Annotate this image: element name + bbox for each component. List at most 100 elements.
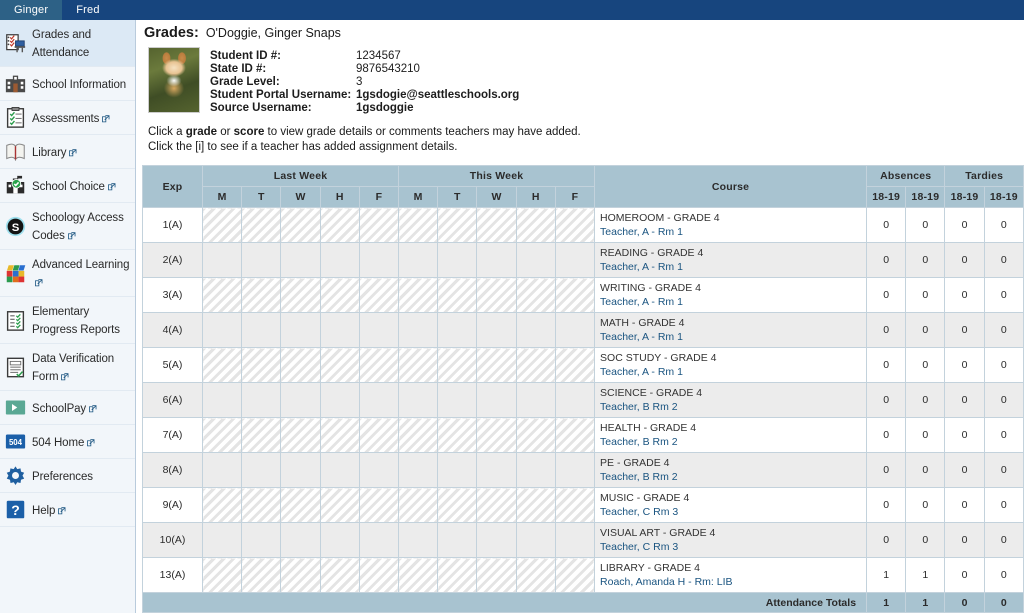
cell-attendance-day[interactable] [437, 277, 478, 313]
cell-attendance-day[interactable] [241, 417, 282, 453]
cell-attendance-day[interactable] [280, 452, 321, 488]
sidebar-item-preferences[interactable]: Preferences [0, 459, 135, 493]
cell-attendance-day[interactable] [201, 522, 243, 558]
teacher-link[interactable]: Teacher, B Rm 2 [600, 400, 861, 414]
cell-attendance-day[interactable] [437, 242, 478, 278]
cell-attendance-day[interactable] [201, 207, 243, 243]
cell-attendance-day[interactable] [280, 347, 321, 383]
sidebar-item-assessments[interactable]: Assessments [0, 101, 135, 135]
cell-attendance-day[interactable] [280, 277, 321, 313]
cell-attendance-day[interactable] [358, 207, 400, 243]
cell-attendance-day[interactable] [398, 487, 439, 523]
cell-attendance-day[interactable] [319, 487, 360, 523]
cell-attendance-day[interactable] [515, 557, 556, 593]
cell-attendance-day[interactable] [398, 417, 439, 453]
cell-attendance-day[interactable] [319, 277, 360, 313]
cell-attendance-day[interactable] [554, 487, 596, 523]
cell-attendance-day[interactable] [398, 207, 439, 243]
cell-attendance-day[interactable] [241, 277, 282, 313]
cell-attendance-day[interactable] [319, 557, 360, 593]
cell-attendance-day[interactable] [280, 557, 321, 593]
cell-attendance-day[interactable] [476, 557, 517, 593]
cell-attendance-day[interactable] [554, 382, 596, 418]
cell-attendance-day[interactable] [437, 382, 478, 418]
cell-attendance-day[interactable] [554, 242, 596, 278]
cell-attendance-day[interactable] [201, 382, 243, 418]
cell-attendance-day[interactable] [280, 487, 321, 523]
cell-attendance-day[interactable] [358, 487, 400, 523]
cell-attendance-day[interactable] [437, 207, 478, 243]
cell-attendance-day[interactable] [437, 452, 478, 488]
cell-attendance-day[interactable] [437, 522, 478, 558]
cell-attendance-day[interactable] [280, 417, 321, 453]
cell-attendance-day[interactable] [515, 452, 556, 488]
cell-attendance-day[interactable] [476, 242, 517, 278]
cell-attendance-day[interactable] [201, 417, 243, 453]
teacher-link[interactable]: Teacher, C Rm 3 [600, 505, 861, 519]
cell-attendance-day[interactable] [515, 522, 556, 558]
cell-attendance-day[interactable] [398, 382, 439, 418]
cell-attendance-day[interactable] [476, 312, 517, 348]
cell-attendance-day[interactable] [358, 277, 400, 313]
sidebar-item-elementary-progress-reports[interactable]: Elementary Progress Reports [0, 297, 135, 344]
cell-attendance-day[interactable] [398, 557, 439, 593]
cell-attendance-day[interactable] [358, 557, 400, 593]
cell-attendance-day[interactable] [319, 312, 360, 348]
cell-attendance-day[interactable] [241, 557, 282, 593]
cell-attendance-day[interactable] [437, 312, 478, 348]
cell-attendance-day[interactable] [319, 242, 360, 278]
cell-attendance-day[interactable] [201, 452, 243, 488]
cell-attendance-day[interactable] [201, 277, 243, 313]
sidebar-item-advanced-learning[interactable]: Advanced Learning [0, 250, 135, 297]
cell-attendance-day[interactable] [241, 312, 282, 348]
cell-attendance-day[interactable] [358, 452, 400, 488]
sidebar-item-504-home[interactable]: 504 504 Home [0, 425, 135, 459]
cell-attendance-day[interactable] [476, 417, 517, 453]
teacher-link[interactable]: Teacher, C Rm 3 [600, 540, 861, 554]
cell-attendance-day[interactable] [319, 347, 360, 383]
cell-attendance-day[interactable] [358, 242, 400, 278]
cell-attendance-day[interactable] [515, 277, 556, 313]
cell-attendance-day[interactable] [515, 487, 556, 523]
cell-attendance-day[interactable] [358, 312, 400, 348]
sidebar-item-grades-and-attendance[interactable]: Grades and Attendance [0, 20, 135, 67]
teacher-link[interactable]: Teacher, A - Rm 1 [600, 225, 861, 239]
cell-attendance-day[interactable] [476, 207, 517, 243]
cell-attendance-day[interactable] [554, 347, 596, 383]
cell-attendance-day[interactable] [398, 312, 439, 348]
teacher-link[interactable]: Teacher, A - Rm 1 [600, 260, 861, 274]
cell-attendance-day[interactable] [554, 557, 596, 593]
sidebar-item-school-information[interactable]: School Information [0, 67, 135, 101]
cell-attendance-day[interactable] [280, 207, 321, 243]
cell-attendance-day[interactable] [398, 347, 439, 383]
top-tab-ginger[interactable]: Ginger [0, 0, 63, 20]
cell-attendance-day[interactable] [280, 382, 321, 418]
cell-attendance-day[interactable] [437, 487, 478, 523]
cell-attendance-day[interactable] [554, 312, 596, 348]
cell-attendance-day[interactable] [515, 382, 556, 418]
cell-attendance-day[interactable] [476, 382, 517, 418]
cell-attendance-day[interactable] [201, 557, 243, 593]
cell-attendance-day[interactable] [280, 522, 321, 558]
teacher-link[interactable]: Teacher, A - Rm 1 [600, 365, 861, 379]
cell-attendance-day[interactable] [280, 242, 321, 278]
cell-attendance-day[interactable] [476, 347, 517, 383]
cell-attendance-day[interactable] [554, 207, 596, 243]
cell-attendance-day[interactable] [319, 207, 360, 243]
top-tab-fred[interactable]: Fred [62, 0, 113, 20]
cell-attendance-day[interactable] [515, 417, 556, 453]
cell-attendance-day[interactable] [554, 452, 596, 488]
cell-attendance-day[interactable] [515, 347, 556, 383]
cell-attendance-day[interactable] [476, 452, 517, 488]
cell-attendance-day[interactable] [398, 242, 439, 278]
cell-attendance-day[interactable] [241, 487, 282, 523]
cell-attendance-day[interactable] [437, 417, 478, 453]
cell-attendance-day[interactable] [476, 487, 517, 523]
cell-attendance-day[interactable] [319, 417, 360, 453]
cell-attendance-day[interactable] [398, 522, 439, 558]
cell-attendance-day[interactable] [515, 242, 556, 278]
cell-attendance-day[interactable] [201, 487, 243, 523]
cell-attendance-day[interactable] [241, 452, 282, 488]
cell-attendance-day[interactable] [319, 522, 360, 558]
cell-attendance-day[interactable] [241, 382, 282, 418]
